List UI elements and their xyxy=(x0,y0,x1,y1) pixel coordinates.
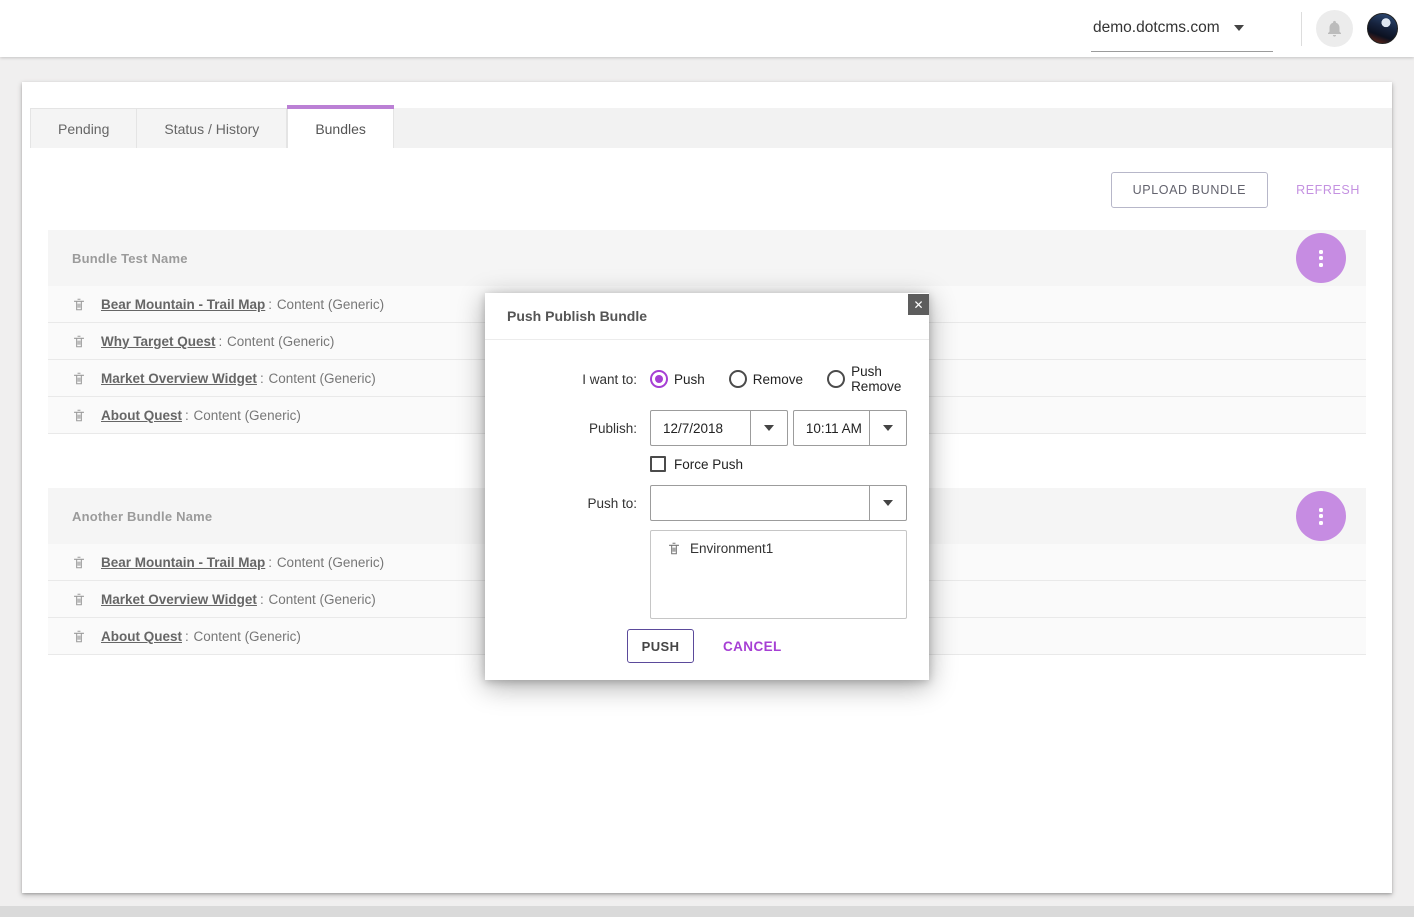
kebab-icon xyxy=(1319,250,1323,267)
bundle-header: Bundle Test Name xyxy=(48,230,1366,286)
push-to-select[interactable] xyxy=(650,485,907,521)
kebab-icon xyxy=(1319,508,1323,525)
bundle-item-type: Content (Generic) xyxy=(194,629,301,644)
dialog-header: Push Publish Bundle xyxy=(485,293,929,340)
date-dropdown-button[interactable] xyxy=(750,411,787,445)
publish-time-value: 10:11 AM xyxy=(794,411,869,445)
force-push-row: Force Push xyxy=(485,456,907,472)
radio-icon xyxy=(729,370,747,388)
trash-icon[interactable] xyxy=(72,371,86,386)
separator: : xyxy=(185,408,189,423)
bell-icon xyxy=(1325,19,1344,38)
trash-icon[interactable] xyxy=(72,408,86,423)
dialog-title: Push Publish Bundle xyxy=(507,308,647,324)
trash-icon[interactable] xyxy=(72,592,86,607)
separator: : xyxy=(185,629,189,644)
bundle-item-link[interactable]: Market Overview Widget xyxy=(101,371,257,386)
publish-label: Publish: xyxy=(485,421,637,436)
trash-icon[interactable] xyxy=(667,541,681,556)
radio-icon xyxy=(827,370,845,388)
trash-icon[interactable] xyxy=(72,334,86,349)
selected-environments-box: Environment1 xyxy=(650,530,907,619)
chevron-down-icon xyxy=(1234,25,1244,31)
bundle-item-type: Content (Generic) xyxy=(277,555,384,570)
separator: : xyxy=(219,334,223,349)
action-radio-group: Push Remove Push Remove xyxy=(650,364,907,394)
bundle-name: Another Bundle Name xyxy=(72,509,212,524)
publish-date-value: 12/7/2018 xyxy=(651,411,750,445)
bottom-scrollbar-strip[interactable] xyxy=(0,906,1414,917)
separator: : xyxy=(268,555,272,570)
push-to-row: Push to: xyxy=(485,485,907,521)
i-want-to-row: I want to: Push Remove Push Remove xyxy=(485,364,907,394)
environment-item: Environment1 xyxy=(667,541,906,556)
environments-row: Environment1 xyxy=(485,530,907,619)
separator: : xyxy=(268,297,272,312)
trash-icon[interactable] xyxy=(72,629,86,644)
push-to-dropdown-button[interactable] xyxy=(869,486,906,520)
force-push-checkbox[interactable] xyxy=(650,456,666,472)
radio-push[interactable]: Push xyxy=(650,370,705,388)
bundle-menu-button[interactable] xyxy=(1296,233,1346,283)
refresh-button[interactable]: REFRESH xyxy=(1290,183,1366,197)
separator: : xyxy=(260,371,264,386)
site-selector-dropdown[interactable]: demo.dotcms.com xyxy=(1091,10,1273,52)
publish-date-field[interactable]: 12/7/2018 xyxy=(650,410,788,446)
bundle-item-link[interactable]: Why Target Quest xyxy=(101,334,216,349)
bundle-item-link[interactable]: Bear Mountain - Trail Map xyxy=(101,297,265,312)
cancel-button[interactable]: CANCEL xyxy=(723,639,782,654)
chevron-down-icon xyxy=(883,500,893,506)
bundle-item-link[interactable]: Bear Mountain - Trail Map xyxy=(101,555,265,570)
site-selector-label: demo.dotcms.com xyxy=(1093,19,1220,37)
avatar[interactable] xyxy=(1367,13,1398,44)
chevron-down-icon xyxy=(764,425,774,431)
bundles-toolbar: UPLOAD BUNDLE REFRESH xyxy=(48,172,1366,208)
push-button[interactable]: PUSH xyxy=(627,629,694,663)
dialog-body: I want to: Push Remove Push Remove Publi… xyxy=(485,340,929,663)
tab-pending[interactable]: Pending xyxy=(30,108,137,148)
bundle-menu-button[interactable] xyxy=(1296,491,1346,541)
trash-icon[interactable] xyxy=(72,555,86,570)
tab-bundles[interactable]: Bundles xyxy=(287,108,394,148)
publish-time-field[interactable]: 10:11 AM xyxy=(793,410,907,446)
top-bar: demo.dotcms.com xyxy=(0,0,1414,57)
bundle-item-type: Content (Generic) xyxy=(268,592,375,607)
bundle-item-type: Content (Generic) xyxy=(268,371,375,386)
push-to-value xyxy=(651,486,869,520)
radio-remove[interactable]: Remove xyxy=(729,370,803,388)
upload-bundle-button[interactable]: UPLOAD BUNDLE xyxy=(1111,172,1268,208)
radio-push-remove[interactable]: Push Remove xyxy=(827,364,907,394)
chevron-down-icon xyxy=(883,425,893,431)
push-publish-bundle-dialog: ✕ Push Publish Bundle I want to: Push Re… xyxy=(485,293,929,680)
environment-name: Environment1 xyxy=(690,541,773,556)
bundle-item-type: Content (Generic) xyxy=(277,297,384,312)
tab-bar: PendingStatus / HistoryBundles xyxy=(30,108,1392,148)
close-icon[interactable]: ✕ xyxy=(908,294,929,315)
time-dropdown-button[interactable] xyxy=(869,411,906,445)
notifications-button[interactable] xyxy=(1316,10,1353,47)
tab-status-history[interactable]: Status / History xyxy=(137,108,287,148)
i-want-to-label: I want to: xyxy=(485,372,637,387)
radio-icon xyxy=(650,370,668,388)
bundle-item-type: Content (Generic) xyxy=(194,408,301,423)
dialog-actions: PUSH CANCEL xyxy=(485,629,907,663)
topbar-divider xyxy=(1301,12,1302,46)
bundle-item-link[interactable]: About Quest xyxy=(101,629,182,644)
separator: : xyxy=(260,592,264,607)
publish-row: Publish: 12/7/2018 10:11 AM xyxy=(485,410,907,446)
bundle-name: Bundle Test Name xyxy=(72,251,188,266)
bundle-item-type: Content (Generic) xyxy=(227,334,334,349)
push-to-label: Push to: xyxy=(485,496,637,511)
bundle-item-link[interactable]: Market Overview Widget xyxy=(101,592,257,607)
trash-icon[interactable] xyxy=(72,297,86,312)
bundle-item-link[interactable]: About Quest xyxy=(101,408,182,423)
force-push-label: Force Push xyxy=(674,457,743,472)
